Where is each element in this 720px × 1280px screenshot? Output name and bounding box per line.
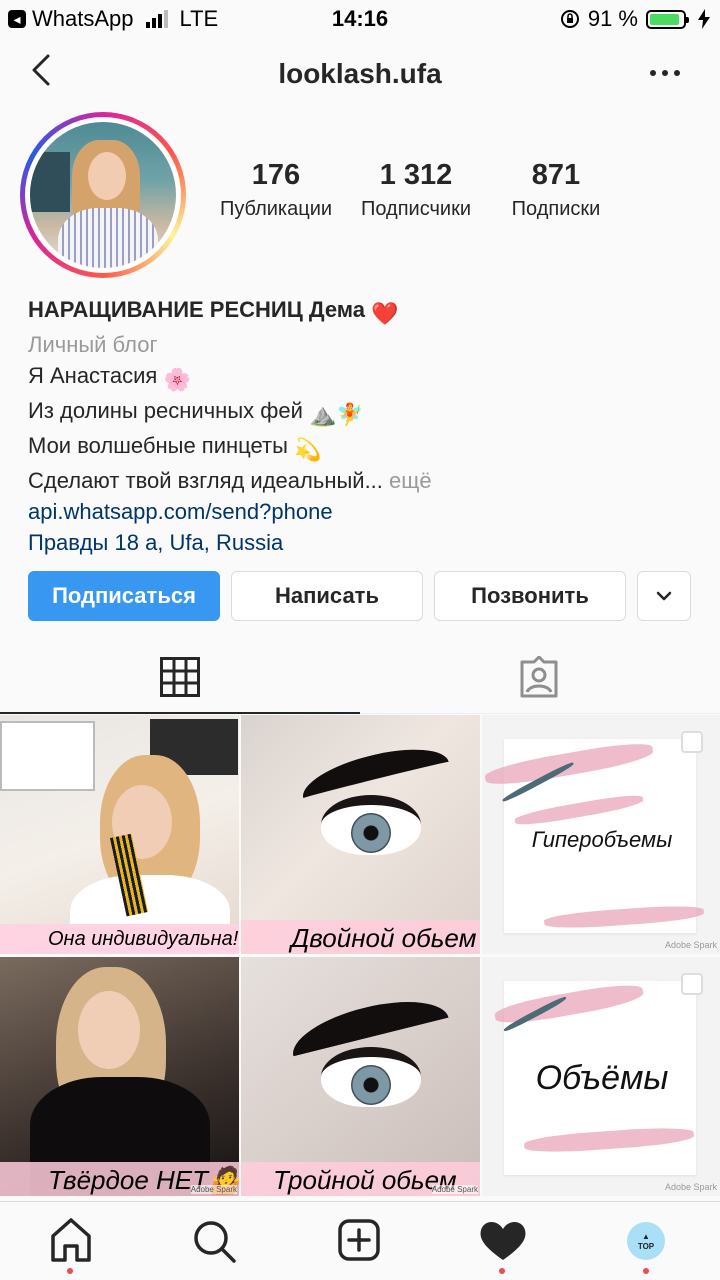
profile-tabs [0,640,720,714]
post-watermark: Adobe Spark [431,1185,478,1194]
followers-label: Подписчики [360,197,472,220]
post-thumbnail[interactable]: Объёмы Adobe Spark [482,957,720,1196]
following-label: Подписки [511,197,601,220]
posts-count: 176 [251,159,301,191]
avatar[interactable] [30,122,176,268]
profile-header: looklash.ufa [0,40,720,110]
chevron-down-icon [656,591,672,601]
nav-activity-dot [499,1268,505,1274]
bio-line-3: Мои волшебные пинцеты [28,433,288,458]
stat-posts[interactable]: 176 Публикации [206,159,346,221]
dizzy-emoji: 💫 [294,437,322,462]
call-button[interactable]: Позвонить [434,571,626,621]
top-badge-label: TOP [637,1242,655,1251]
post-watermark: Adobe Spark [190,1185,237,1194]
profile-avatar-badge: ▲ TOP [627,1222,665,1260]
nav-add-post[interactable] [331,1216,387,1272]
bio-website-link[interactable]: api.whatsapp.com/send?phone [28,496,698,527]
bio-line-2: Из долины ресничных фей [28,398,303,423]
post-watermark: Adobe Spark [664,940,717,950]
nav-home-dot [67,1268,73,1274]
stat-followers[interactable]: 1 312 Подписчики [346,159,486,221]
grid-icon [160,657,200,697]
bio-line-4: Сделают твой взгляд идеальный... [28,468,383,493]
bottom-nav: ▲ TOP [0,1201,720,1280]
charging-icon [698,9,710,29]
search-icon [194,1221,236,1263]
message-button[interactable]: Написать [231,571,423,621]
following-count: 871 [531,159,581,191]
battery-percent: 91 % [587,6,638,31]
post-caption: Гиперобъемы [531,827,673,852]
post-thumbnail[interactable]: Тройной обьем Adobe Spark [241,957,480,1196]
posts-grid: Она индивидуальна!!! Двойной обьем Гипер… [0,715,720,1201]
flower-emoji: 🌸 [163,367,191,392]
tab-tagged[interactable] [360,640,720,714]
bio-line-1: Я Анастасия [28,363,158,388]
profile-username: looklash.ufa [278,58,442,89]
home-icon [51,1218,91,1262]
top-arrow-icon: ▲ [642,1232,650,1241]
heart-icon [480,1221,526,1260]
profile-category: Личный блог [28,332,158,357]
post-caption: Она индивидуальна!!! [0,924,239,954]
post-caption: Объёмы [535,1059,669,1097]
suggestions-toggle-button[interactable] [637,571,691,621]
mountain-fairy-emoji: ⛰️🧚 [309,402,364,427]
stat-following[interactable]: 871 Подписки [486,159,626,221]
post-thumbnail[interactable]: Твёрдое НЕТ🤷 Adobe Spark [0,957,239,1196]
orientation-lock-icon [560,10,579,28]
post-thumbnail[interactable]: Двойной обьем [241,715,480,954]
posts-label: Публикации [219,197,333,220]
follow-button[interactable]: Подписаться [28,571,220,621]
more-icon[interactable] [650,70,680,76]
profile-bio: НАРАЩИВАНИЕ РЕСНИЦ Дема ❤️ Личный блог Я… [28,294,698,558]
nav-home[interactable] [43,1216,99,1274]
red-heart-emoji: ❤️ [371,301,399,326]
nav-profile-dot [643,1268,649,1274]
bio-address-link[interactable]: Правды 18 а, Ufa, Russia [28,527,698,558]
nav-search[interactable] [187,1216,243,1272]
tab-grid[interactable] [0,640,360,714]
nav-activity[interactable] [475,1216,531,1274]
post-caption: Двойной обьем [241,920,480,954]
bio-more-link[interactable]: ещё [389,468,432,493]
post-watermark: Adobe Spark [664,1182,717,1192]
status-bar: ◂ WhatsApp LTE 14:16 91 % [0,0,720,40]
profile-name: НАРАЩИВАНИЕ РЕСНИЦ Дема [28,297,366,322]
post-thumbnail[interactable]: Она индивидуальна!!! [0,715,239,954]
tagged-icon [520,656,558,698]
followers-count: 1 312 [379,159,453,191]
nav-profile[interactable]: ▲ TOP [619,1216,675,1274]
post-thumbnail[interactable]: Гиперобъемы Adobe Spark [482,715,720,954]
add-icon [338,1219,380,1261]
battery-icon [646,9,689,29]
story-ring[interactable] [20,112,186,278]
